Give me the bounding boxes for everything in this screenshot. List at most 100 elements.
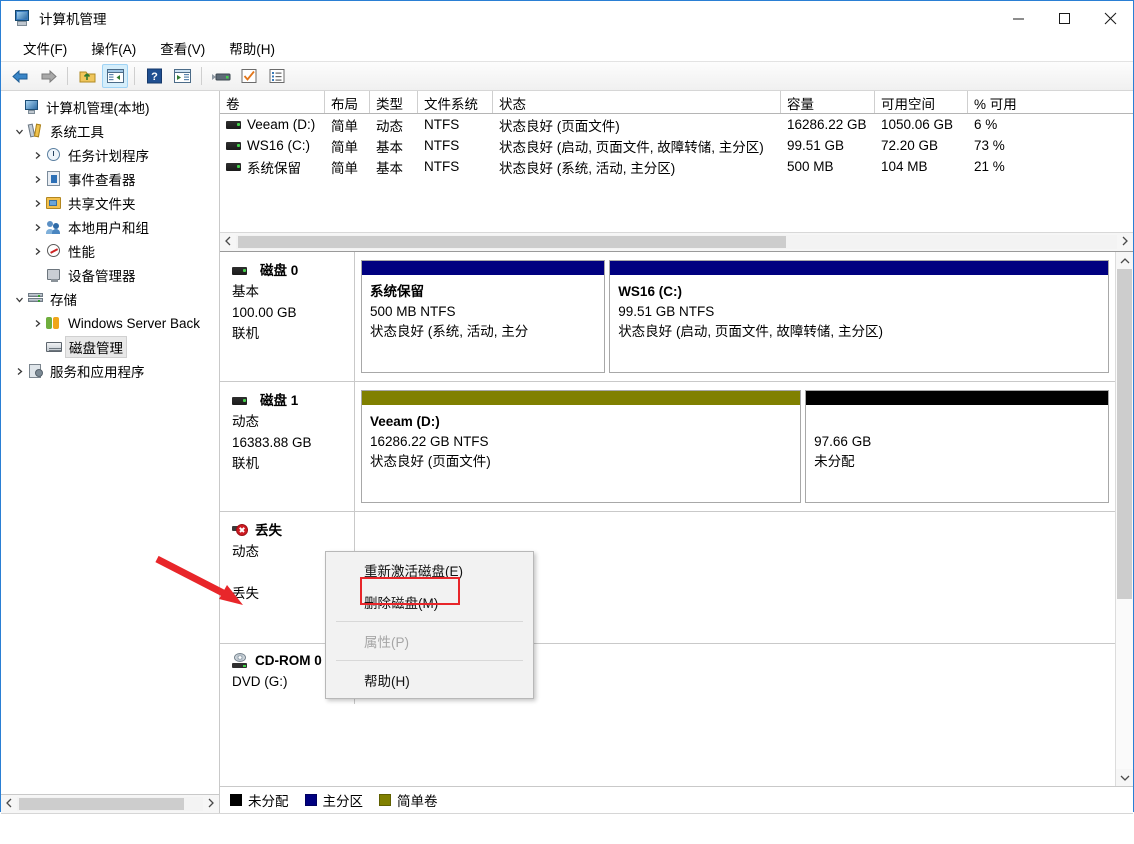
cell-status: 状态良好 (启动, 页面文件, 故障转储, 主分区) — [499, 139, 764, 155]
partition-details: Veeam (D:) 16286.22 GB NTFS 状态良好 (页面文件) — [362, 406, 800, 502]
scroll-thumb[interactable] — [19, 798, 184, 810]
partition-color-bar — [610, 261, 1108, 276]
maximize-button[interactable] — [1041, 1, 1087, 35]
up-folder-icon[interactable] — [74, 64, 100, 88]
chevron-right-icon[interactable] — [29, 175, 45, 184]
tree-item-local-users-groups[interactable]: 本地用户和组 — [1, 215, 219, 239]
column-header-status[interactable]: 状态 — [493, 91, 781, 113]
cell-text: WS16 (C:) — [247, 138, 311, 153]
column-header-layout[interactable]: 布局 — [325, 91, 370, 113]
partition-size: 16286.22 GB NTFS — [370, 434, 489, 449]
tree-item-shared-folders[interactable]: 共享文件夹 — [1, 191, 219, 215]
tree-item-disk-management[interactable]: 磁盘管理 — [1, 335, 219, 359]
tree-item-system-tools[interactable]: 系统工具 — [1, 119, 219, 143]
scroll-thumb[interactable] — [238, 236, 786, 248]
menu-help[interactable]: 帮助(H) — [217, 35, 287, 61]
cell-layout: 简单 — [331, 139, 358, 155]
scroll-thumb[interactable] — [1117, 269, 1132, 599]
tree-label: 设备管理器 — [68, 269, 136, 284]
table-row[interactable]: Veeam (D:) 简单 动态 NTFS 状态良好 (页面文件) 16286.… — [220, 114, 1133, 135]
tree-item-services-applications[interactable]: 服务和应用程序 — [1, 359, 219, 383]
forward-icon[interactable] — [35, 64, 61, 88]
tree-item-device-manager[interactable]: 设备管理器 — [1, 263, 219, 287]
chevron-right-icon[interactable] — [29, 199, 45, 208]
partition-system-reserved[interactable]: 系统保留 500 MB NTFS 状态良好 (系统, 活动, 主分 — [361, 260, 606, 373]
close-button[interactable] — [1087, 1, 1133, 35]
rescan-disks-icon[interactable] — [208, 64, 234, 88]
disk-name: CD-ROM 0 — [255, 653, 322, 668]
cell-percent-free: 73 % — [974, 138, 1005, 153]
disk-size: 16383.88 GB — [232, 435, 312, 450]
tree-item-windows-server-backup[interactable]: Windows Server Back — [1, 311, 219, 335]
table-row[interactable]: WS16 (C:) 简单 基本 NTFS 状态良好 (启动, 页面文件, 故障转… — [220, 135, 1133, 156]
menu-view[interactable]: 查看(V) — [148, 35, 217, 61]
menu-action[interactable]: 操作(A) — [79, 35, 148, 61]
graphical-view-vertical-scrollbar[interactable] — [1115, 252, 1133, 786]
cell-volume: 系统保留 — [220, 157, 325, 177]
disk-title-1: 磁盘 1 — [232, 390, 344, 411]
column-header-filesystem[interactable]: 文件系统 — [418, 91, 493, 113]
volume-list-horizontal-scrollbar[interactable] — [220, 232, 1133, 251]
scroll-up-icon[interactable] — [1116, 252, 1133, 269]
tree-item-performance[interactable]: 性能 — [1, 239, 219, 263]
context-menu-item-reactivate-disk[interactable]: 重新激活磁盘(E) — [326, 554, 533, 586]
minimize-button[interactable] — [995, 1, 1041, 35]
column-header-volume[interactable]: 卷 — [220, 91, 325, 113]
tree-item-event-viewer[interactable]: 事件查看器 — [1, 167, 219, 191]
chevron-down-icon[interactable] — [11, 127, 27, 136]
show-hide-console-tree-icon[interactable] — [102, 64, 128, 88]
partition-ws16-c[interactable]: WS16 (C:) 99.51 GB NTFS 状态良好 (启动, 页面文件, … — [609, 260, 1109, 373]
chevron-down-icon[interactable] — [11, 295, 27, 304]
context-menu-item-remove-disk[interactable]: 删除磁盘(M) — [326, 586, 533, 618]
help-icon[interactable]: ? — [141, 64, 167, 88]
chevron-right-icon[interactable] — [29, 223, 45, 232]
shared-folders-icon — [45, 195, 63, 211]
disk-state: 联机 — [232, 326, 259, 341]
chevron-right-icon[interactable] — [29, 319, 45, 328]
menu-file[interactable]: 文件(F) — [11, 35, 79, 61]
disk-row-1[interactable]: 磁盘 1 动态 16383.88 GB 联机 Veeam (D:) 16286.… — [220, 382, 1115, 512]
back-icon[interactable] — [7, 64, 33, 88]
scroll-left-icon[interactable] — [220, 236, 236, 249]
column-header-capacity[interactable]: 容量 — [781, 91, 875, 113]
chevron-right-icon[interactable] — [29, 151, 45, 160]
cell-status: 状态良好 (系统, 活动, 主分区) — [499, 160, 676, 176]
volume-icon — [226, 141, 241, 150]
context-menu-item-help[interactable]: 帮助(H) — [326, 664, 533, 696]
scroll-track[interactable] — [1116, 269, 1133, 769]
scroll-right-icon[interactable] — [1117, 236, 1133, 249]
cell-free-space: 1050.06 GB — [881, 117, 954, 132]
scroll-down-icon[interactable] — [1116, 769, 1133, 786]
column-header-percent-free[interactable]: % 可用 — [968, 91, 1108, 113]
partition-veeam-d[interactable]: Veeam (D:) 16286.22 GB NTFS 状态良好 (页面文件) — [361, 390, 802, 503]
disk-row-0[interactable]: 磁盘 0 基本 100.00 GB 联机 系统保留 500 MB NTFS 状态… — [220, 252, 1115, 382]
chevron-right-icon[interactable] — [11, 367, 27, 376]
list-view-icon[interactable] — [264, 64, 290, 88]
scroll-track[interactable] — [17, 797, 203, 811]
column-header-free-space[interactable]: 可用空间 — [875, 91, 968, 113]
window-controls — [995, 1, 1133, 35]
partition-unallocated[interactable]: 97.66 GB 未分配 — [805, 390, 1109, 503]
tree-label: Windows Server Back — [68, 315, 201, 331]
tree-item-computer-management[interactable]: 计算机管理(本地) — [1, 95, 219, 119]
chevron-right-icon[interactable] — [29, 247, 45, 256]
properties-icon[interactable] — [236, 64, 262, 88]
partition-size: 500 MB NTFS — [370, 304, 456, 319]
show-action-pane-icon[interactable] — [169, 64, 195, 88]
scroll-right-icon[interactable] — [203, 798, 219, 811]
graphical-view: 磁盘 0 基本 100.00 GB 联机 系统保留 500 MB NTFS 状态… — [220, 252, 1133, 786]
disk-info-0[interactable]: 磁盘 0 基本 100.00 GB 联机 — [220, 252, 355, 381]
tree-item-task-scheduler[interactable]: 任务计划程序 — [1, 143, 219, 167]
tree-item-storage[interactable]: 存储 — [1, 287, 219, 311]
column-header-type[interactable]: 类型 — [370, 91, 418, 113]
disk-partitions-1: Veeam (D:) 16286.22 GB NTFS 状态良好 (页面文件) … — [355, 382, 1115, 511]
graphical-view-area: 磁盘 0 基本 100.00 GB 联机 系统保留 500 MB NTFS 状态… — [220, 252, 1115, 786]
tree-horizontal-scrollbar[interactable] — [1, 794, 219, 813]
disk-info-1[interactable]: 磁盘 1 动态 16383.88 GB 联机 — [220, 382, 355, 511]
scroll-track[interactable] — [236, 235, 1117, 249]
legend-swatch — [304, 794, 317, 806]
disk-name: 磁盘 0 — [260, 263, 299, 278]
cell-filesystem: NTFS — [424, 117, 460, 132]
table-row[interactable]: 系统保留 简单 基本 NTFS 状态良好 (系统, 活动, 主分区) 500 M… — [220, 156, 1133, 177]
scroll-left-icon[interactable] — [1, 798, 17, 811]
